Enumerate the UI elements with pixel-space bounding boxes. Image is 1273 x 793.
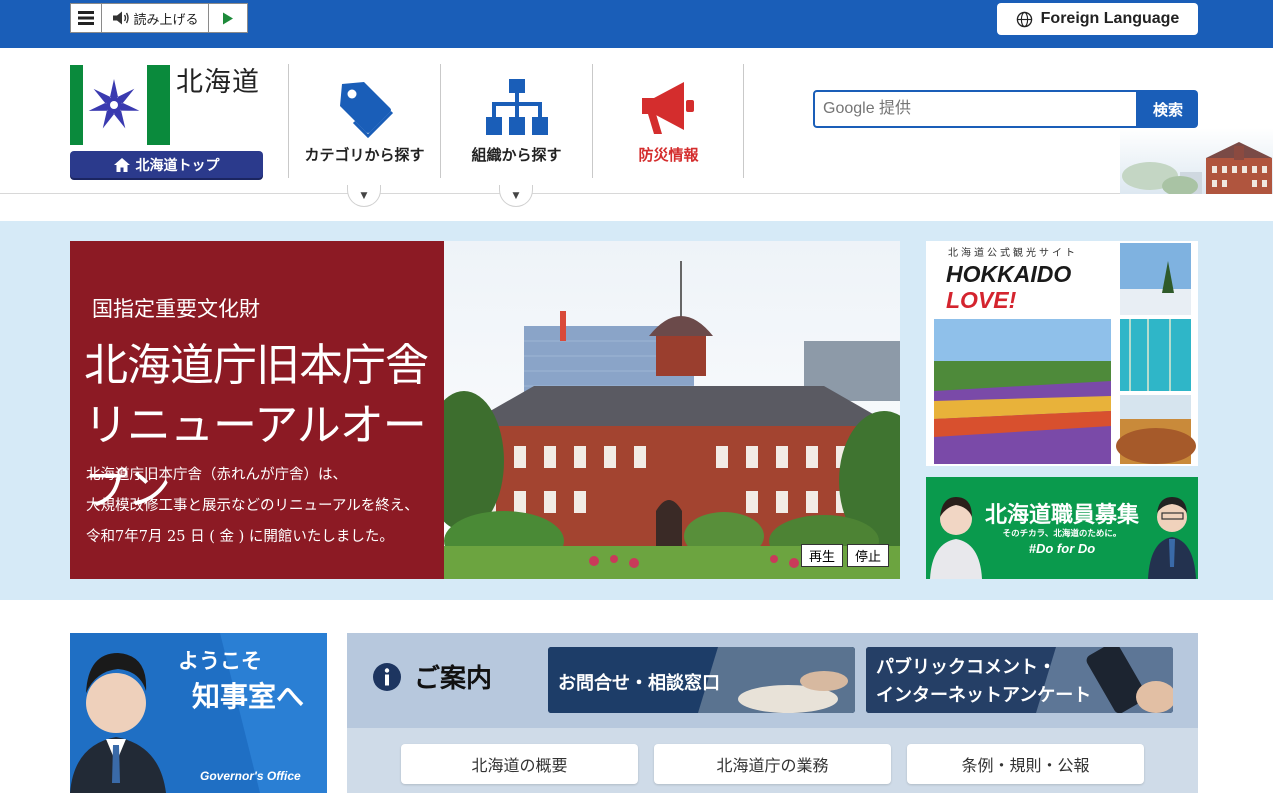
foreign-language-button[interactable]: Foreign Language xyxy=(997,3,1198,35)
hamburger-icon xyxy=(77,11,94,25)
prefecture-name: 北海道 xyxy=(176,67,260,98)
building-illustration xyxy=(1120,128,1273,194)
link-hokkaido-overview[interactable]: 北海道の概要 xyxy=(401,744,638,784)
nav-organization-label: 組織から探す xyxy=(471,146,562,164)
public-comment-label-2: インターネットアンケート xyxy=(876,685,1092,706)
home-icon xyxy=(113,157,130,172)
globe-icon xyxy=(1016,11,1032,27)
play-icon xyxy=(223,12,234,24)
hero-body-line: 令和7年7月 25 日 ( 金 ) に開館いたしました。 xyxy=(86,529,394,545)
public-comment-button[interactable]: パブリックコメント・ インターネットアンケート xyxy=(866,647,1173,713)
link-ordinances[interactable]: 条例・規則・公報 xyxy=(907,744,1144,784)
hero-subtitle: 国指定重要文化財 xyxy=(92,297,260,321)
nav-category-label: カテゴリから探す xyxy=(304,146,425,164)
slideshow-stop-button[interactable]: 停止 xyxy=(847,544,889,567)
search-input[interactable] xyxy=(813,90,1138,128)
home-label: 北海道トップ xyxy=(135,157,220,174)
nav-organization[interactable]: 組織から探す xyxy=(441,64,592,178)
public-comment-label-1: パブリックコメント・ xyxy=(876,657,1056,678)
category-expand-button[interactable]: ▼ xyxy=(347,185,381,207)
org-chart-icon xyxy=(485,79,548,135)
menu-button[interactable] xyxy=(71,4,102,32)
hero-body-line: 北海道庁旧本庁舎（赤れんが庁舎）は、 xyxy=(86,467,347,483)
hero-title-line1: 北海道庁旧本庁舎 xyxy=(84,340,429,391)
link-prefecture-business[interactable]: 北海道庁の業務 xyxy=(654,744,891,784)
home-button[interactable]: 北海道トップ xyxy=(70,151,263,178)
organization-expand-button[interactable]: ▼ xyxy=(499,185,533,207)
governor-title: 知事室へ xyxy=(192,680,305,713)
red-brick-building-photo xyxy=(444,241,900,579)
governor-caption: Governor's Office xyxy=(200,769,301,783)
read-aloud-button[interactable]: 読み上げる xyxy=(102,4,210,32)
recruit-subtitle: そのチカラ、北海道のために。 xyxy=(1002,529,1122,539)
site-search: 検索 xyxy=(813,90,1198,128)
info-icon xyxy=(373,662,401,691)
foreign-language-label: Foreign Language xyxy=(1040,10,1180,27)
contact-button[interactable]: お問合せ・相談窓口 xyxy=(548,647,855,713)
slideshow-play-button[interactable]: 再生 xyxy=(801,544,843,567)
governor-office-banner[interactable]: ようこそ 知事室へ Governor's Office xyxy=(70,633,327,793)
nav-disaster-info[interactable]: 防災情報 xyxy=(593,64,744,178)
governor-welcome: ようこそ xyxy=(178,649,262,673)
staff-recruitment-banner[interactable]: 北海道職員募集 そのチカラ、北海道のために。 #Do for Do xyxy=(926,477,1198,579)
speaker-icon xyxy=(112,11,129,25)
scenery-photo-collage xyxy=(934,243,1196,464)
nav-category[interactable]: カテゴリから探す xyxy=(289,64,440,178)
search-button[interactable]: 検索 xyxy=(1138,90,1198,128)
chevron-down-icon: ▼ xyxy=(360,190,368,201)
read-aloud-label: 読み上げる xyxy=(133,12,199,28)
hero-text-panel: 国指定重要文化財 北海道庁旧本庁舎 リニューアルオープン 北海道庁旧本庁舎（赤れ… xyxy=(70,241,444,579)
accessibility-toolbar: 読み上げる xyxy=(70,3,248,33)
hokkaido-love-banner[interactable]: 北海道公式観光サイト HOKKAIDO LOVE! xyxy=(926,241,1198,466)
tag-icon xyxy=(339,82,393,138)
nav-disaster-label: 防災情報 xyxy=(638,146,699,164)
chevron-down-icon: ▼ xyxy=(512,190,520,201)
hero-body-line: 大規模改修工事と展示などのリニューアルを終え、 xyxy=(86,498,419,514)
contact-label: お問合せ・相談窓口 xyxy=(558,673,720,694)
guide-title: ご案内 xyxy=(414,664,493,694)
hero-slide[interactable]: 国指定重要文化財 北海道庁旧本庁舎 リニューアルオープン 北海道庁旧本庁舎（赤れ… xyxy=(70,241,900,579)
play-button[interactable] xyxy=(209,4,247,32)
guide-heading: ご案内 xyxy=(372,658,492,695)
recruit-hashtag: #Do for Do xyxy=(1028,541,1096,556)
hokkaido-emblem-logo[interactable] xyxy=(70,65,172,145)
recruit-title: 北海道職員募集 xyxy=(984,503,1139,528)
megaphone-icon xyxy=(641,82,694,134)
